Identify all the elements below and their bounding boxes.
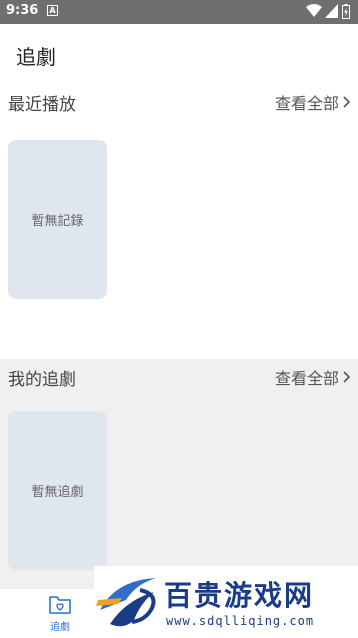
chevron-right-icon (343, 96, 350, 108)
favorites-empty-text: 暫無追劇 (31, 485, 84, 500)
favorites-header: 我的追劇 查看全部 (0, 359, 358, 395)
favorites-title: 我的追劇 (8, 370, 76, 390)
watermark: 百贵游戏网 www.sdqlliqing.com (94, 566, 358, 638)
notification-a-icon: A (47, 5, 58, 16)
nav-item-tracking[interactable]: 追劇 (36, 594, 84, 638)
favorites-view-all-button[interactable]: 查看全部 (275, 365, 350, 389)
folder-heart-icon (49, 596, 71, 614)
status-bar: 9:36 A (0, 0, 358, 24)
watermark-url: www.sdqlliqing.com (166, 614, 315, 628)
status-time: 9:36 (6, 3, 39, 18)
recent-view-all-button[interactable]: 查看全部 (275, 90, 350, 114)
recent-empty-card: 暫無記錄 (8, 140, 107, 299)
nav-label-tracking: 追劇 (50, 622, 70, 633)
recent-section: 最近播放 查看全部 暫無記錄 (0, 84, 358, 359)
recent-title: 最近播放 (8, 95, 76, 115)
status-icons (306, 3, 352, 21)
favorites-view-all-label: 查看全部 (274, 369, 339, 388)
recent-view-all-label: 查看全部 (274, 94, 339, 113)
recent-header: 最近播放 查看全部 (0, 84, 358, 120)
battery-icon (342, 4, 350, 19)
recent-empty-text: 暫無記錄 (31, 214, 84, 229)
watermark-logo (96, 578, 156, 627)
favorites-section: 我的追劇 查看全部 暫無追劇 (0, 359, 358, 588)
chevron-right-icon (343, 371, 350, 383)
page-title: 追劇 (16, 45, 56, 69)
wifi-icon (306, 4, 322, 17)
signal-icon (325, 4, 338, 18)
watermark-title: 百贵游戏网 (164, 579, 315, 612)
app-bar: 追劇 (0, 24, 358, 84)
favorites-empty-card: 暫無追劇 (8, 411, 107, 570)
